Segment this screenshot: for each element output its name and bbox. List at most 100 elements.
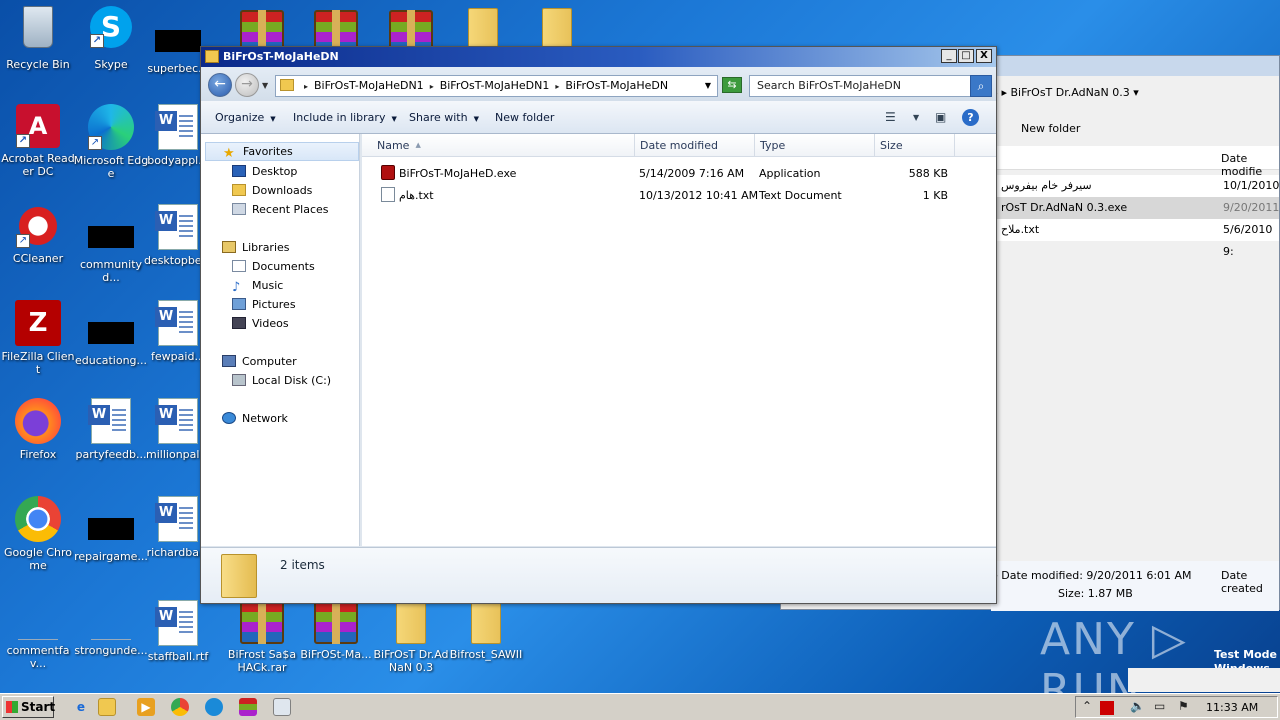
nav-item-local-disk[interactable]: Local Disk (C:) — [232, 374, 331, 387]
organize-button[interactable]: Organize ▼ — [215, 111, 276, 124]
videos-icon — [232, 317, 246, 329]
col-date-modified[interactable]: Date modified — [635, 134, 755, 157]
nav-item-recent-places[interactable]: Recent Places — [232, 203, 329, 216]
search-icon[interactable]: ⌕ — [970, 75, 992, 97]
start-button[interactable]: Start — [2, 696, 55, 718]
help-icon[interactable]: ? — [962, 109, 979, 126]
col-size[interactable]: Size — [875, 134, 955, 157]
desktop-icon — [232, 165, 246, 177]
explorer-taskbar-icon[interactable] — [98, 698, 116, 716]
chrome-taskbar-icon[interactable] — [171, 698, 189, 716]
desktop-icon-bifrost-sawii[interactable]: Bifrost_SAWII — [448, 600, 524, 661]
background-file-row[interactable]: سيرفر خام بيفروس 10/1/2010 5 — [991, 175, 1279, 214]
nav-item-pictures[interactable]: Pictures — [232, 298, 296, 311]
new-folder-button[interactable]: New folder — [495, 111, 554, 124]
action-center-flag-icon[interactable]: ⚑ — [1178, 699, 1189, 713]
chevron-right-icon[interactable]: ▸ — [430, 82, 434, 91]
notification-bubble — [1128, 668, 1280, 692]
nav-item-videos[interactable]: Videos — [232, 317, 289, 330]
col-type[interactable]: Type — [755, 134, 875, 157]
nav-item-downloads[interactable]: Downloads — [232, 184, 312, 197]
clock[interactable]: 11:33 AM — [1206, 701, 1258, 714]
winrar-taskbar-icon[interactable] — [239, 698, 257, 716]
star-icon: ★ — [223, 146, 235, 161]
notepad-taskbar-icon[interactable] — [273, 698, 291, 716]
breadcrumb-item[interactable]: BiFrOsT-MoJaHeDN — [565, 79, 668, 92]
background-new-folder-button[interactable]: New folder — [1021, 122, 1080, 135]
close-button[interactable]: X — [976, 49, 992, 63]
chevron-right-icon[interactable]: ▸ — [555, 82, 559, 91]
desktop-icon-bifrost-dr-adnan[interactable]: BiFrOsT Dr.AdNaN 0.3 — [373, 600, 449, 674]
system-tray: ⌃ 🔈 ▭ ⚑ 11:33 AM — [1075, 696, 1278, 718]
security-alert-icon[interactable] — [1100, 701, 1114, 715]
nav-item-computer[interactable]: Computer — [222, 355, 297, 368]
desktop-icon-skype[interactable]: S ↗ Skype — [73, 6, 149, 71]
search-input[interactable]: Search BiFrOsT-MoJaHeDN ⌕ — [749, 75, 992, 97]
window-titlebar[interactable]: BiFrOsT-MoJaHeDN _ □ X — [201, 47, 996, 67]
desktop-icon-acrobat[interactable]: A ↗ Acrobat Reader DC — [0, 104, 76, 178]
desktop-icon-communityd[interactable]: communityd... — [73, 204, 149, 284]
back-button[interactable]: ← — [208, 73, 232, 97]
desktop-icon-educationg[interactable]: educationg... — [73, 300, 149, 367]
breadcrumb[interactable]: ▸ BiFrOsT-MoJaHeDN1 ▸ BiFrOsT-MoJaHeDN1 ▸ BiF… — [275, 75, 718, 97]
nav-item-music[interactable]: ♪ Music — [232, 279, 283, 294]
show-hidden-icons-icon[interactable]: ⌃ — [1082, 699, 1092, 713]
share-with-button[interactable]: Share with ▼ — [409, 111, 479, 124]
background-window-address[interactable]: 3 ▸ BiFrOsT Dr.AdNaN 0.3 ▾ — [991, 86, 1139, 99]
computer-icon — [222, 355, 236, 367]
col-name[interactable]: Name ▲ — [362, 134, 635, 157]
preview-pane-icon[interactable]: ▣ — [935, 110, 946, 124]
desktop-icon-chrome[interactable]: Google Chrome — [0, 496, 76, 572]
background-file-row[interactable]: ملاح.txt 5/6/2010 9: — [991, 219, 1279, 258]
table-row[interactable]: هام.txt 10/13/2012 10:41 AM Text Documen… — [362, 185, 996, 207]
blank-document-icon — [18, 600, 58, 640]
include-in-library-button[interactable]: Include in library ▼ — [293, 111, 397, 124]
nav-item-documents[interactable]: Documents — [232, 260, 315, 273]
chevron-down-icon: ▼ — [270, 115, 276, 123]
desktop-icon-edge[interactable]: ↗ Microsoft Edge — [73, 104, 149, 180]
desktop-icon-repairgame[interactable]: repairgame... — [73, 496, 149, 563]
desktop-icon-bifrost-sasa-hack[interactable]: BiFrost Sa$a HACk.rar — [224, 600, 300, 674]
forward-button[interactable]: → — [235, 73, 259, 97]
desktop-icon-firefox[interactable]: Firefox — [0, 398, 76, 461]
desktop-icon-staffball[interactable]: staffball.rtf — [140, 600, 216, 663]
maximize-button[interactable]: □ — [958, 49, 974, 63]
desktop-icon-filezilla[interactable]: Z FileZilla Client — [0, 300, 76, 376]
desktop-icon-partyfeedb[interactable]: partyfeedb... — [73, 398, 149, 461]
shortcut-arrow-icon: ↗ — [16, 234, 30, 248]
breadcrumb-item[interactable]: BiFrOsT-MoJaHeDN1 — [314, 79, 424, 92]
address-dropdown-icon[interactable]: ▼ — [705, 76, 711, 96]
text-file-icon — [381, 187, 395, 202]
blank-document-icon — [91, 600, 131, 640]
nav-item-libraries[interactable]: Libraries — [222, 241, 290, 254]
table-row[interactable]: BiFrOsT-MoJaHeD.exe 5/14/2009 7:16 AM Ap… — [362, 163, 996, 185]
desktop-icon-commentfav[interactable]: commentfav... — [0, 600, 76, 670]
file-list[interactable]: Name ▲ Date modified Type Size BiFrOsT-Mo… — [362, 134, 996, 546]
change-view-icon[interactable]: ☰ — [885, 110, 896, 124]
volume-icon[interactable]: 🔈 — [1130, 699, 1145, 713]
minimize-button[interactable]: _ — [941, 49, 957, 63]
view-dropdown-icon[interactable]: ▼ — [913, 113, 919, 122]
libraries-icon — [222, 241, 236, 253]
chevron-right-icon[interactable]: ▸ — [304, 82, 308, 91]
word-document-icon — [155, 600, 198, 646]
ccleaner-icon: ↗ — [16, 204, 60, 248]
breadcrumb-item[interactable]: BiFrOsT-MoJaHeDN1 — [440, 79, 550, 92]
media-player-icon[interactable]: ▶ — [137, 698, 155, 716]
nav-item-favorites[interactable]: ★ Favorites — [205, 142, 359, 161]
refresh-button[interactable]: ⇆ — [722, 77, 742, 93]
background-file-row[interactable]: rOsT Dr.AdNaN 0.3.exe 9/20/2011 6 — [991, 197, 1279, 236]
internet-explorer-icon[interactable]: e — [72, 698, 90, 716]
desktop-icon-ccleaner[interactable]: ↗ CCleaner — [0, 204, 76, 265]
shortcut-arrow-icon: ↗ — [88, 136, 102, 150]
explorer-window[interactable]: BiFrOsT-MoJaHeDN _ □ X ← → ▼ ▸ BiFrOsT-Mo… — [200, 46, 997, 604]
desktop-icon-recycle-bin[interactable]: Recycle Bin — [0, 6, 76, 71]
nav-item-desktop[interactable]: Desktop — [232, 165, 297, 178]
network-tray-icon[interactable]: ▭ — [1154, 699, 1165, 713]
desktop-icon-bifrost-ma[interactable]: BiFrOSt-Ma... — [298, 600, 374, 661]
edge-taskbar-icon[interactable] — [205, 698, 223, 716]
desktop-icon-strongunde[interactable]: strongunde... — [73, 600, 149, 657]
documents-icon — [232, 260, 246, 272]
recent-pages-dropdown[interactable]: ▼ — [262, 81, 268, 90]
nav-item-network[interactable]: Network — [222, 412, 288, 425]
